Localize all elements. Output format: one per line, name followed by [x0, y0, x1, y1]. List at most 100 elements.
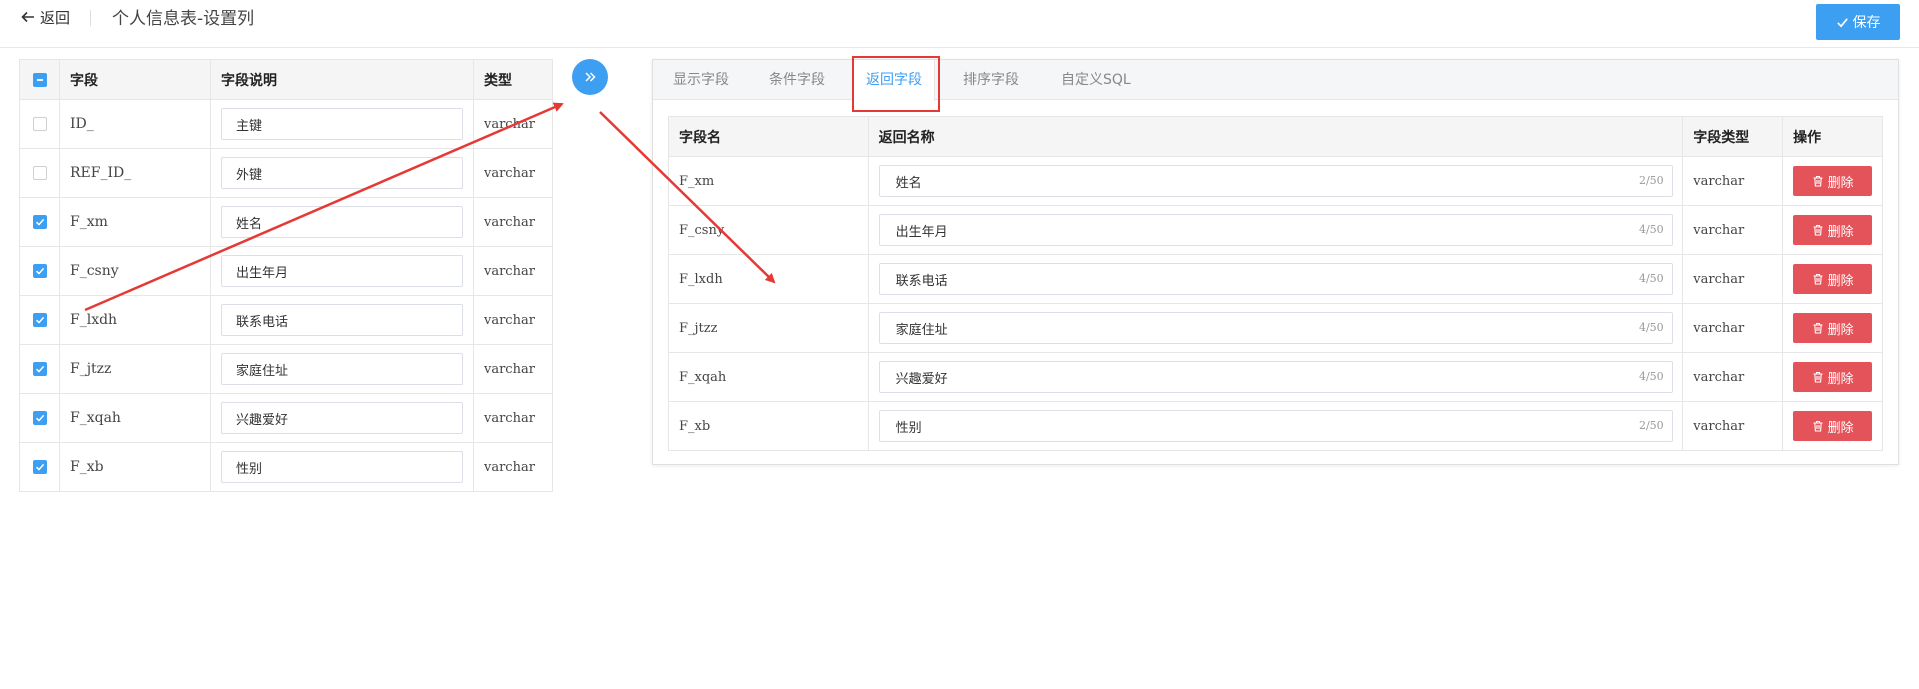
return-name-input[interactable]: 出生年月 4/50 [878, 214, 1673, 246]
row-checkbox[interactable] [32, 166, 47, 180]
row-checkbox[interactable] [32, 362, 47, 376]
settings-panel: 显示字段 条件字段 返回字段 排序字段 自定义SQL 字段名 返回名称 字段类型… [652, 59, 1899, 465]
delete-button[interactable]: 删除 [1793, 264, 1873, 294]
field-name: F_csny [669, 206, 869, 254]
char-counter: 4/50 [1638, 370, 1664, 383]
transfer-button[interactable] [572, 59, 608, 95]
delete-button[interactable]: 删除 [1793, 313, 1873, 343]
header-description: 字段说明 [211, 60, 474, 99]
row-checkbox[interactable] [32, 411, 47, 425]
return-name-value: 性别 [895, 420, 922, 436]
description-input[interactable]: 出生年月 [221, 255, 463, 287]
field-type: varchar [484, 410, 535, 426]
return-name-value: 姓名 [895, 175, 922, 191]
save-button[interactable]: 保存 [1816, 4, 1900, 40]
return-name-input[interactable]: 联系电话 4/50 [878, 263, 1673, 295]
delete-label: 删除 [1827, 224, 1854, 240]
delete-label: 删除 [1827, 273, 1854, 289]
return-name-input[interactable]: 兴趣爱好 4/50 [878, 361, 1673, 393]
field-name: F_xm [60, 198, 211, 246]
description-input[interactable]: 家庭住址 [221, 353, 463, 385]
description-input[interactable]: 主键 [221, 108, 463, 140]
double-chevron-right-icon [585, 72, 596, 82]
tab-condition-fields[interactable]: 条件字段 [769, 60, 825, 100]
check-icon [35, 267, 44, 275]
tab-sort-fields[interactable]: 排序字段 [963, 60, 1019, 100]
table-row: F_jtzz 家庭住址 varchar [20, 345, 552, 394]
field-type: varchar [1683, 157, 1784, 205]
table-row: REF_ID_ 外键 varchar [20, 149, 552, 198]
indeterminate-icon [36, 78, 43, 81]
trash-icon [1813, 371, 1823, 383]
table-header-row: 字段 字段说明 类型 [20, 60, 552, 100]
check-icon [35, 218, 44, 226]
row-checkbox[interactable] [32, 117, 47, 131]
table-row: F_xm 姓名 varchar [20, 198, 552, 247]
row-checkbox[interactable] [32, 460, 47, 474]
trash-icon [1813, 224, 1823, 236]
delete-button[interactable]: 删除 [1793, 362, 1873, 392]
field-type: varchar [1683, 206, 1784, 254]
delete-button[interactable]: 删除 [1793, 411, 1873, 441]
field-name: F_xqah [669, 353, 869, 401]
return-name-value: 兴趣爱好 [895, 371, 948, 387]
table-row: F_xb 性别 varchar [20, 443, 552, 492]
return-name-input[interactable]: 家庭住址 4/50 [878, 312, 1673, 344]
field-type: varchar [484, 459, 535, 475]
table-row: ID_ 主键 varchar [20, 100, 552, 149]
row-checkbox[interactable] [32, 264, 47, 278]
row-checkbox[interactable] [32, 313, 47, 327]
field-type: varchar [484, 361, 535, 377]
delete-label: 删除 [1827, 322, 1854, 338]
char-counter: 2/50 [1638, 419, 1664, 432]
return-name-input[interactable]: 姓名 2/50 [878, 165, 1673, 197]
table-row: F_jtzz 家庭住址 4/50 varchar 删除 [669, 304, 1882, 353]
table-row: F_csny 出生年月 4/50 varchar 删除 [669, 206, 1882, 255]
field-type: varchar [1683, 304, 1784, 352]
field-type: varchar [1683, 353, 1784, 401]
back-button[interactable]: 返回 [20, 6, 70, 28]
source-field-table: 字段 字段说明 类型 ID_ 主键 varchar REF_ID_ 外键 varchar F… [19, 59, 553, 492]
field-type: varchar [484, 263, 535, 279]
delete-button[interactable]: 删除 [1793, 166, 1873, 196]
description-input[interactable]: 姓名 [221, 206, 463, 238]
field-type: varchar [1683, 402, 1784, 450]
field-name: F_jtzz [60, 345, 211, 393]
description-input[interactable]: 性别 [221, 451, 463, 483]
trash-icon [1813, 322, 1823, 334]
tab-bar: 显示字段 条件字段 返回字段 排序字段 自定义SQL [653, 60, 1898, 101]
field-name: ID_ [60, 100, 211, 148]
delete-label: 删除 [1827, 175, 1854, 191]
back-label: 返回 [40, 8, 71, 27]
return-name-value: 出生年月 [895, 224, 948, 240]
field-type: varchar [484, 165, 535, 181]
check-icon [35, 414, 44, 422]
page-title: 个人信息表-设置列 [112, 9, 255, 29]
table-row: F_xqah 兴趣爱好 4/50 varchar 删除 [669, 353, 1882, 402]
check-icon [35, 316, 44, 324]
row-checkbox[interactable] [32, 215, 47, 229]
tab-custom-sql[interactable]: 自定义SQL [1061, 60, 1131, 100]
char-counter: 2/50 [1638, 174, 1664, 187]
table-row: F_lxdh 联系电话 4/50 varchar 删除 [669, 255, 1882, 304]
header-type: 类型 [484, 72, 512, 89]
field-name: F_xb [669, 402, 869, 450]
description-input[interactable]: 联系电话 [221, 304, 463, 336]
description-input[interactable]: 外键 [221, 157, 463, 189]
check-icon [35, 463, 44, 471]
delete-label: 删除 [1827, 371, 1854, 387]
delete-button[interactable]: 删除 [1793, 215, 1873, 245]
field-name: F_xb [60, 443, 211, 491]
select-all-checkbox[interactable] [32, 72, 47, 87]
return-name-value: 家庭住址 [895, 322, 948, 338]
tab-return-fields[interactable]: 返回字段 [853, 60, 935, 101]
return-name-input[interactable]: 性别 2/50 [878, 410, 1673, 442]
trash-icon [1813, 273, 1823, 285]
page-header: 返回 个人信息表-设置列 保存 [0, 0, 1919, 48]
description-input[interactable]: 兴趣爱好 [221, 402, 463, 434]
field-type: varchar [484, 116, 535, 132]
table-row: F_xm 姓名 2/50 varchar 删除 [669, 157, 1882, 206]
field-type: varchar [484, 312, 535, 328]
trash-icon [1813, 175, 1823, 187]
tab-display-fields[interactable]: 显示字段 [673, 60, 729, 100]
